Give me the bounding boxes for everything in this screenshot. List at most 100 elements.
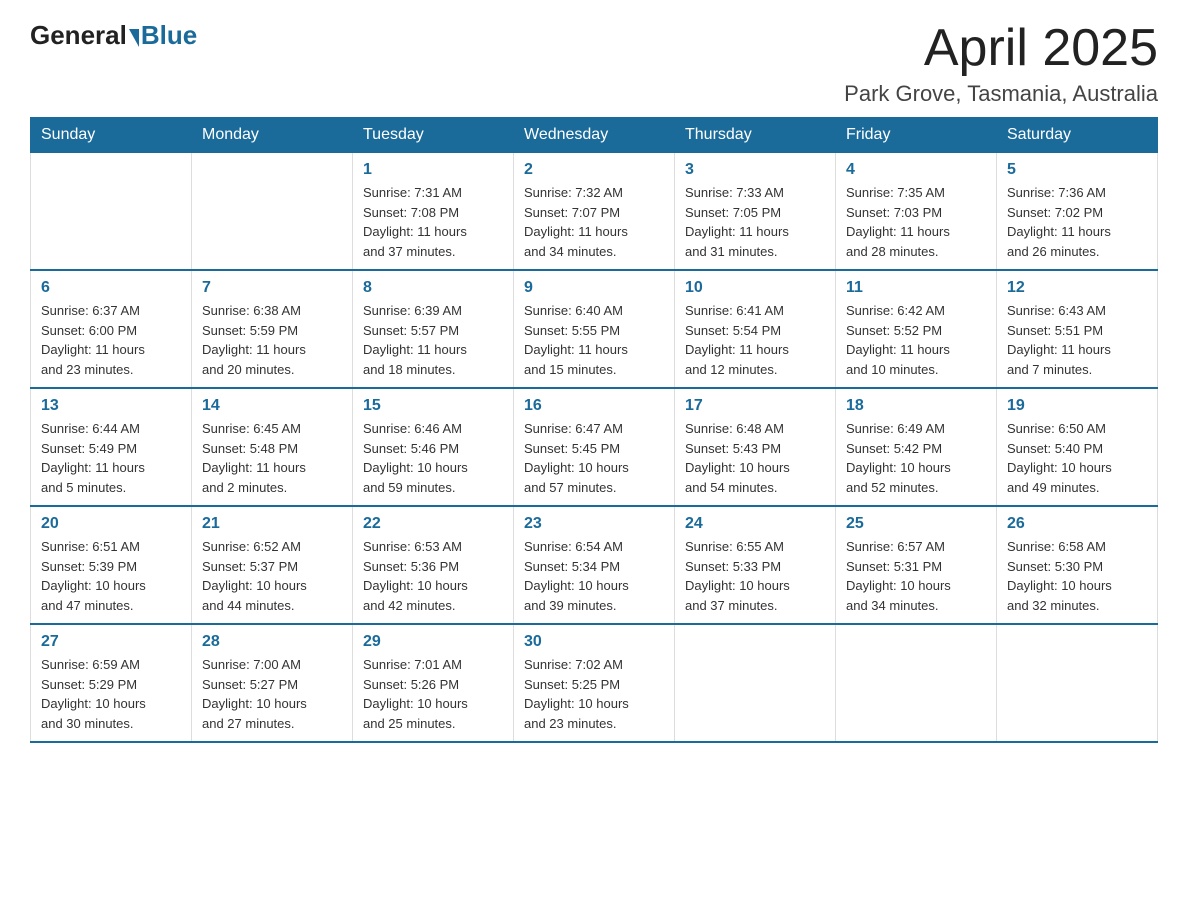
day-info: Sunrise: 7:32 AMSunset: 7:07 PMDaylight:… xyxy=(524,183,664,261)
title-block: April 2025 Park Grove, Tasmania, Austral… xyxy=(844,20,1158,107)
day-info: Sunrise: 6:49 AMSunset: 5:42 PMDaylight:… xyxy=(846,419,986,497)
calendar-cell: 17Sunrise: 6:48 AMSunset: 5:43 PMDayligh… xyxy=(675,388,836,506)
calendar-cell: 19 Sunrise: 6:50 AMSunset: 5:40 PMDayligh… xyxy=(997,388,1158,506)
day-number: 6 xyxy=(41,279,181,297)
day-number: 28 xyxy=(202,633,342,651)
day-info: Sunrise: 6:54 AMSunset: 5:34 PMDaylight:… xyxy=(524,537,664,615)
day-info: Sunrise: 6:46 AMSunset: 5:46 PMDaylight:… xyxy=(363,419,503,497)
calendar-cell: 24 Sunrise: 6:55 AMSunset: 5:33 PMDayligh… xyxy=(675,506,836,624)
calendar-cell xyxy=(997,624,1158,742)
calendar-cell xyxy=(31,153,192,271)
day-number: 5 xyxy=(1007,161,1147,179)
day-info: Sunrise: 6:57 AMSunset: 5:31 PMDaylight:… xyxy=(846,537,986,615)
calendar-cell xyxy=(836,624,997,742)
day-info: Sunrise: 6:53 AMSunset: 5:36 PMDaylight:… xyxy=(363,537,503,615)
calendar-cell: 15 Sunrise: 6:46 AMSunset: 5:46 PMDayligh… xyxy=(353,388,514,506)
calendar-header: SundayMondayTuesdayWednesdayThursdayFrid… xyxy=(31,118,1158,153)
calendar-cell: 16Sunrise: 6:47 AMSunset: 5:45 PMDayligh… xyxy=(514,388,675,506)
calendar-cell: 18 Sunrise: 6:49 AMSunset: 5:42 PMDayligh… xyxy=(836,388,997,506)
weekday-header-sunday: Sunday xyxy=(31,118,192,153)
calendar-cell: 22Sunrise: 6:53 AMSunset: 5:36 PMDayligh… xyxy=(353,506,514,624)
calendar-cell: 4 Sunrise: 7:35 AMSunset: 7:03 PMDaylight… xyxy=(836,153,997,271)
day-number: 3 xyxy=(685,161,825,179)
weekday-header-thursday: Thursday xyxy=(675,118,836,153)
calendar-cell: 30Sunrise: 7:02 AMSunset: 5:25 PMDayligh… xyxy=(514,624,675,742)
weekday-header-row: SundayMondayTuesdayWednesdayThursdayFrid… xyxy=(31,118,1158,153)
day-number: 1 xyxy=(363,161,503,179)
calendar-week-row: 1 Sunrise: 7:31 AMSunset: 7:08 PMDaylight… xyxy=(31,153,1158,271)
day-number: 12 xyxy=(1007,279,1147,297)
page-header: General Blue April 2025 Park Grove, Tasm… xyxy=(30,20,1158,107)
day-info: Sunrise: 6:50 AMSunset: 5:40 PMDaylight:… xyxy=(1007,419,1147,497)
day-info: Sunrise: 6:39 AMSunset: 5:57 PMDaylight:… xyxy=(363,301,503,379)
day-number: 20 xyxy=(41,515,181,533)
day-number: 9 xyxy=(524,279,664,297)
calendar-cell: 14 Sunrise: 6:45 AMSunset: 5:48 PMDayligh… xyxy=(192,388,353,506)
day-info: Sunrise: 7:00 AMSunset: 5:27 PMDaylight:… xyxy=(202,655,342,733)
day-number: 18 xyxy=(846,397,986,415)
day-number: 7 xyxy=(202,279,342,297)
day-info: Sunrise: 6:51 AMSunset: 5:39 PMDaylight:… xyxy=(41,537,181,615)
day-info: Sunrise: 6:55 AMSunset: 5:33 PMDaylight:… xyxy=(685,537,825,615)
weekday-header-saturday: Saturday xyxy=(997,118,1158,153)
day-info: Sunrise: 6:47 AMSunset: 5:45 PMDaylight:… xyxy=(524,419,664,497)
calendar-cell: 29 Sunrise: 7:01 AMSunset: 5:26 PMDayligh… xyxy=(353,624,514,742)
calendar-cell: 28 Sunrise: 7:00 AMSunset: 5:27 PMDayligh… xyxy=(192,624,353,742)
day-number: 17 xyxy=(685,397,825,415)
weekday-header-monday: Monday xyxy=(192,118,353,153)
calendar-week-row: 13Sunrise: 6:44 AMSunset: 5:49 PMDayligh… xyxy=(31,388,1158,506)
day-number: 29 xyxy=(363,633,503,651)
calendar-cell: 20 Sunrise: 6:51 AMSunset: 5:39 PMDayligh… xyxy=(31,506,192,624)
day-number: 19 xyxy=(1007,397,1147,415)
logo-arrow-icon xyxy=(129,29,139,47)
calendar-cell: 12 Sunrise: 6:43 AMSunset: 5:51 PMDayligh… xyxy=(997,270,1158,388)
day-number: 27 xyxy=(41,633,181,651)
day-info: Sunrise: 7:35 AMSunset: 7:03 PMDaylight:… xyxy=(846,183,986,261)
calendar-cell: 3 Sunrise: 7:33 AMSunset: 7:05 PMDaylight… xyxy=(675,153,836,271)
weekday-header-friday: Friday xyxy=(836,118,997,153)
day-number: 2 xyxy=(524,161,664,179)
day-number: 4 xyxy=(846,161,986,179)
weekday-header-wednesday: Wednesday xyxy=(514,118,675,153)
day-info: Sunrise: 7:33 AMSunset: 7:05 PMDaylight:… xyxy=(685,183,825,261)
calendar-body: 1 Sunrise: 7:31 AMSunset: 7:08 PMDaylight… xyxy=(31,153,1158,743)
day-info: Sunrise: 6:41 AMSunset: 5:54 PMDaylight:… xyxy=(685,301,825,379)
calendar-week-row: 20 Sunrise: 6:51 AMSunset: 5:39 PMDayligh… xyxy=(31,506,1158,624)
day-info: Sunrise: 6:43 AMSunset: 5:51 PMDaylight:… xyxy=(1007,301,1147,379)
weekday-header-tuesday: Tuesday xyxy=(353,118,514,153)
month-title: April 2025 xyxy=(844,20,1158,77)
day-info: Sunrise: 6:38 AMSunset: 5:59 PMDaylight:… xyxy=(202,301,342,379)
day-info: Sunrise: 6:59 AMSunset: 5:29 PMDaylight:… xyxy=(41,655,181,733)
calendar-cell xyxy=(192,153,353,271)
calendar-cell: 8Sunrise: 6:39 AMSunset: 5:57 PMDaylight… xyxy=(353,270,514,388)
day-number: 26 xyxy=(1007,515,1147,533)
day-info: Sunrise: 6:37 AMSunset: 6:00 PMDaylight:… xyxy=(41,301,181,379)
day-info: Sunrise: 7:01 AMSunset: 5:26 PMDaylight:… xyxy=(363,655,503,733)
calendar-cell: 25 Sunrise: 6:57 AMSunset: 5:31 PMDayligh… xyxy=(836,506,997,624)
calendar-cell: 7 Sunrise: 6:38 AMSunset: 5:59 PMDaylight… xyxy=(192,270,353,388)
day-info: Sunrise: 7:36 AMSunset: 7:02 PMDaylight:… xyxy=(1007,183,1147,261)
calendar-week-row: 6 Sunrise: 6:37 AMSunset: 6:00 PMDaylight… xyxy=(31,270,1158,388)
location-title: Park Grove, Tasmania, Australia xyxy=(844,81,1158,107)
calendar-cell xyxy=(675,624,836,742)
logo-general-text: General xyxy=(30,20,127,51)
day-number: 11 xyxy=(846,279,986,297)
day-info: Sunrise: 6:45 AMSunset: 5:48 PMDaylight:… xyxy=(202,419,342,497)
day-number: 24 xyxy=(685,515,825,533)
day-number: 15 xyxy=(363,397,503,415)
day-info: Sunrise: 6:44 AMSunset: 5:49 PMDaylight:… xyxy=(41,419,181,497)
calendar-table: SundayMondayTuesdayWednesdayThursdayFrid… xyxy=(30,117,1158,743)
day-number: 21 xyxy=(202,515,342,533)
calendar-cell: 1 Sunrise: 7:31 AMSunset: 7:08 PMDaylight… xyxy=(353,153,514,271)
day-info: Sunrise: 6:58 AMSunset: 5:30 PMDaylight:… xyxy=(1007,537,1147,615)
day-info: Sunrise: 7:02 AMSunset: 5:25 PMDaylight:… xyxy=(524,655,664,733)
day-number: 25 xyxy=(846,515,986,533)
calendar-cell: 5 Sunrise: 7:36 AMSunset: 7:02 PMDaylight… xyxy=(997,153,1158,271)
day-number: 14 xyxy=(202,397,342,415)
calendar-cell: 13Sunrise: 6:44 AMSunset: 5:49 PMDayligh… xyxy=(31,388,192,506)
day-info: Sunrise: 6:42 AMSunset: 5:52 PMDaylight:… xyxy=(846,301,986,379)
calendar-cell: 9Sunrise: 6:40 AMSunset: 5:55 PMDaylight… xyxy=(514,270,675,388)
day-number: 23 xyxy=(524,515,664,533)
calendar-cell: 21Sunrise: 6:52 AMSunset: 5:37 PMDayligh… xyxy=(192,506,353,624)
day-info: Sunrise: 7:31 AMSunset: 7:08 PMDaylight:… xyxy=(363,183,503,261)
